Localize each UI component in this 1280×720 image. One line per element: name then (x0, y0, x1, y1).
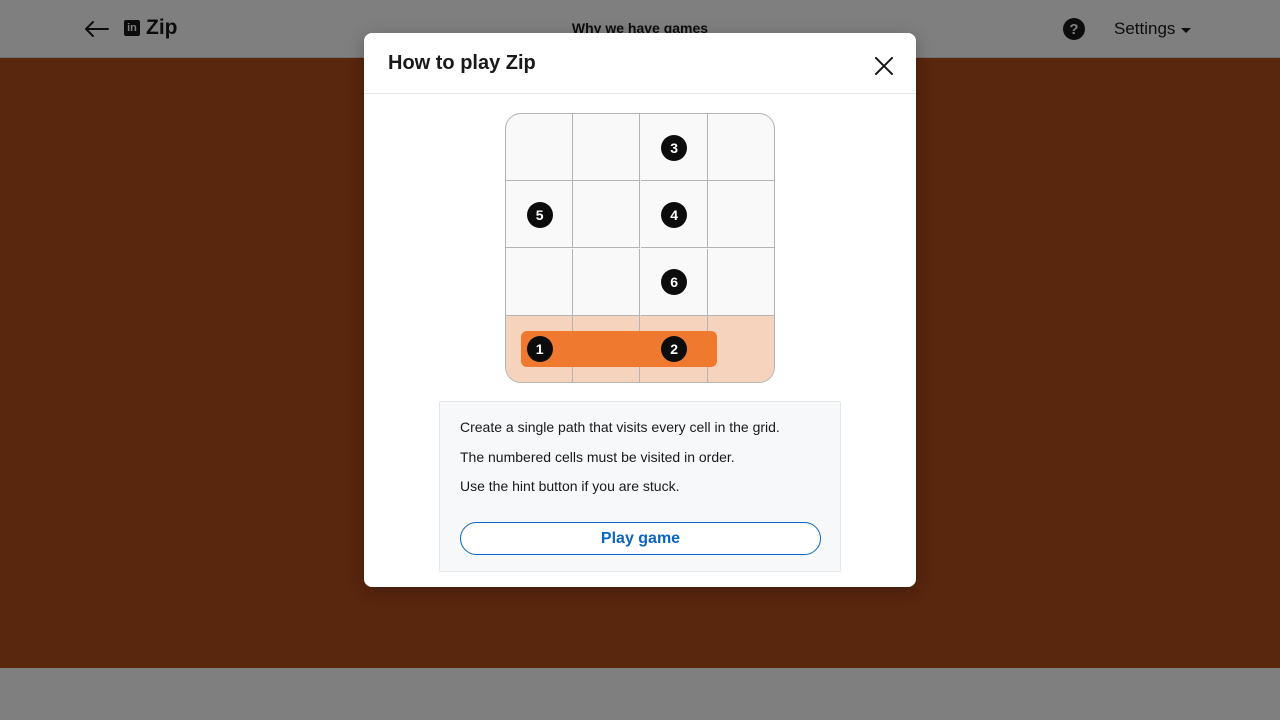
grid-cell (707, 114, 774, 181)
how-to-play-modal: How to play Zip 354612 Create a single p… (364, 33, 916, 587)
grid-cell (573, 248, 641, 316)
grid-cell (506, 248, 573, 316)
grid-cell (573, 114, 641, 181)
number-badge: 3 (661, 134, 688, 161)
number-badge: 1 (526, 336, 553, 363)
instruction-line: Create a single path that visits every c… (460, 419, 780, 435)
number-badge: 4 (661, 201, 688, 228)
grid-cell (708, 316, 774, 382)
modal-header: How to play Zip (364, 33, 916, 94)
instruction-line: The numbered cells must be visited in or… (460, 449, 735, 465)
play-game-button[interactable]: Play game (460, 522, 821, 555)
number-badge: 5 (526, 201, 553, 228)
grid-cell (573, 181, 641, 249)
close-button[interactable] (870, 52, 898, 80)
example-grid: 354612 (505, 113, 775, 383)
grid-cell (707, 249, 774, 316)
instruction-line: Use the hint button if you are stuck. (460, 478, 680, 494)
close-icon (875, 57, 893, 75)
grid-cell (506, 114, 573, 181)
instructions-panel: Create a single path that visits every c… (439, 401, 841, 572)
modal-title: How to play Zip (388, 52, 536, 74)
grid-cell (707, 181, 774, 249)
